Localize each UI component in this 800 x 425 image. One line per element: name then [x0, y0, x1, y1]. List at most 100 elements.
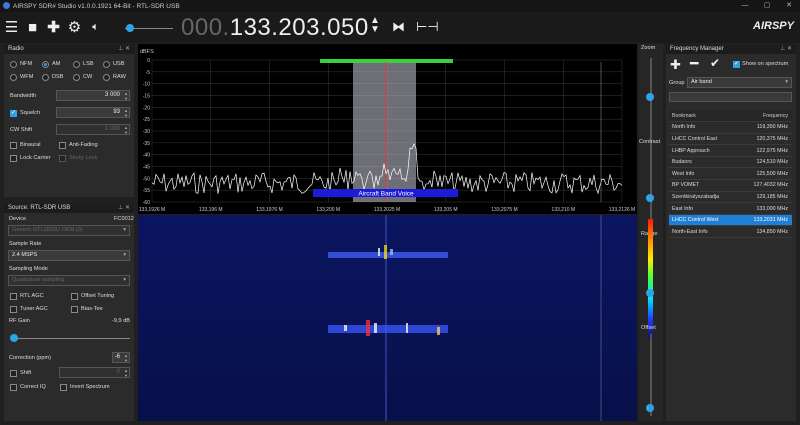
invertspectrum-checkbox[interactable] [60, 384, 67, 391]
cwshift-field[interactable]: 1 000 ▲ ▼ [56, 124, 130, 135]
table-row[interactable]: North Info 119,350 MHz [669, 121, 792, 134]
squelch-checkbox[interactable] [10, 109, 17, 117]
col-frequency[interactable]: Frequency [736, 110, 792, 123]
table-row[interactable]: Szentkiralyszabadja 129,185 MHz [669, 191, 792, 204]
rtlagc-checkbox[interactable] [10, 293, 17, 300]
table-row[interactable]: LHBP Approach 122,975 MHz [669, 144, 792, 157]
mode-dsb-radio[interactable] [42, 74, 49, 81]
mode-cw-label: CW [83, 74, 93, 80]
bookmark-frequency[interactable]: 127,4032 MHz [736, 179, 792, 192]
maximize-button[interactable]: ▢ [756, 0, 778, 12]
bookmark-name[interactable]: Szentkiralyszabadja [669, 191, 737, 204]
table-row[interactable]: West Info 125,500 MHz [669, 167, 792, 181]
bookmark-frequency[interactable]: 122,975 MHz [736, 144, 792, 157]
menu-icon[interactable]: ☰ [2, 12, 21, 43]
offset-slider-knob[interactable] [646, 404, 654, 412]
bookmark-search[interactable] [669, 92, 792, 102]
rfgain-slider-knob[interactable] [10, 334, 18, 342]
antifading-checkbox[interactable] [59, 142, 66, 149]
bookmark-frequency[interactable]: 124,510 MHz [736, 156, 792, 169]
waterfall-signal [344, 325, 347, 331]
bookmark-frequency[interactable]: 134,850 MHz [736, 225, 792, 239]
correction-field[interactable]: -6 ▲ ▼ [112, 352, 130, 363]
samplerate-select[interactable]: 2.4 MSPS [8, 250, 130, 261]
waterfall-plot [138, 215, 637, 421]
bookmark-frequency[interactable]: 133,2031 MHz [736, 214, 792, 227]
mode-nfm-radio[interactable] [10, 61, 17, 68]
table-row[interactable]: East Info 133,000 MHz [669, 202, 792, 215]
waterfall-display[interactable] [138, 215, 637, 421]
bookmark-frequency[interactable]: 119,350 MHz [736, 121, 792, 134]
skip-icon[interactable]: ⧓ [392, 19, 405, 35]
biastee-checkbox[interactable] [71, 306, 78, 313]
shift-field[interactable]: 0 ▲ ▼ [59, 367, 130, 378]
col-bookmark[interactable]: Bookmark [669, 110, 737, 123]
tune-arrows-icon[interactable]: ▲ ▼ [370, 16, 380, 35]
lockcarrier-checkbox[interactable] [10, 155, 17, 162]
bookmark-frequency[interactable]: 125,500 MHz [736, 167, 792, 181]
spectrum-xtick: 133,200 M [316, 207, 340, 213]
spectrum-plot[interactable]: dBFS 0 -5 -10 -15 -20 -25 -30 -35 -40 -45 -50 -55 -6… [138, 44, 637, 214]
device-select[interactable]: Generic RTL2832U OEM (0) [8, 225, 130, 236]
bookmark-name[interactable]: LHBP Approach [669, 144, 737, 157]
mode-cw-radio[interactable] [73, 74, 80, 81]
mode-raw-radio[interactable] [103, 74, 110, 81]
bookmark-name[interactable]: LHCC Control West [669, 214, 737, 227]
table-row[interactable]: Budaors 124,510 MHz [669, 156, 792, 169]
table-row[interactable]: North-East Info 134,850 MHz [669, 225, 792, 239]
mode-usb-radio[interactable] [103, 61, 110, 68]
contrast-label: Contrast [639, 139, 661, 145]
group-select[interactable]: Air band [687, 77, 792, 88]
contrast-slider-knob[interactable] [646, 194, 654, 202]
tuneragc-checkbox[interactable] [10, 306, 17, 313]
mode-am-radio[interactable] [42, 61, 49, 68]
close-button[interactable]: ✕ [778, 0, 800, 12]
stop-icon[interactable]: ■ [23, 12, 42, 43]
bookmark-frequency[interactable]: 120,375 MHz [736, 133, 792, 146]
bookmark-frequency[interactable]: 129,185 MHz [736, 191, 792, 204]
minimize-button[interactable]: — [734, 0, 756, 12]
rfgain-slider[interactable] [12, 338, 130, 339]
pin-icon[interactable]: ⊥ ✕ [780, 45, 792, 54]
correctiq-checkbox[interactable] [10, 384, 17, 391]
bookmark-name[interactable]: West Info [669, 167, 737, 181]
volume-slider-knob[interactable] [126, 24, 134, 32]
apply-bookmark-button[interactable]: ✔ [710, 56, 720, 70]
contrast-slider[interactable] [650, 148, 652, 230]
mode-lsb-radio[interactable] [73, 61, 80, 68]
source-panel-header: Source: RTL-SDR USB ⊥ ✕ [4, 204, 134, 213]
table-row[interactable]: LHCC Control West 133,2031 MHz [669, 214, 792, 227]
bookmark-frequency[interactable]: 133,000 MHz [736, 202, 792, 215]
add-icon[interactable]: ✚ [44, 12, 63, 43]
shift-checkbox[interactable] [10, 370, 17, 377]
pin-icon[interactable]: ⊥ ✕ [118, 204, 130, 213]
bookmark-name[interactable]: BP VOMET [669, 179, 737, 192]
bookmark-name[interactable]: North-East Info [669, 225, 737, 239]
span-icon[interactable]: ⊢⊣ [416, 19, 439, 35]
offsettuning-checkbox[interactable] [71, 293, 78, 300]
offsettuning-label: Offset Tuning [81, 293, 115, 299]
remove-bookmark-button[interactable]: ━ [690, 55, 698, 72]
bandwidth-field[interactable]: 3 000 ▲ ▼ [56, 90, 130, 101]
add-bookmark-button[interactable]: ✚ [670, 57, 681, 73]
show-on-spectrum-checkbox[interactable] [733, 60, 740, 68]
table-row[interactable]: BP VOMET 127,4032 MHz [669, 179, 792, 192]
squelch-field[interactable]: 93 ▲ ▼ [56, 107, 130, 118]
bookmark-name[interactable]: East Info [669, 202, 737, 215]
frequency-display[interactable]: 000.133.203.050 [181, 14, 369, 42]
bookmark-name[interactable]: Budaors [669, 156, 737, 169]
stickylock-checkbox[interactable] [59, 155, 66, 162]
bookmark-name[interactable]: North Info [669, 121, 737, 134]
zoom-slider-knob[interactable] [646, 93, 654, 101]
range-slider-knob[interactable] [646, 289, 654, 297]
speaker-icon[interactable]: 🔈︎ [86, 12, 105, 43]
mode-wfm-radio[interactable] [10, 74, 17, 81]
group-label: Group [669, 80, 685, 86]
gear-icon[interactable]: ⚙ [65, 12, 84, 43]
spectrum-display[interactable]: dBFS 0 -5 -10 -15 -20 -25 -30 -35 -40 -45 -50 -55 -6… [138, 44, 637, 214]
table-row[interactable]: LHCC Control East 120,375 MHz [669, 133, 792, 146]
bookmark-name[interactable]: LHCC Control East [669, 133, 737, 146]
binaural-checkbox[interactable] [10, 142, 17, 149]
pin-icon[interactable]: ⊥ ✕ [118, 45, 130, 54]
samplingmode-select[interactable]: Quadrature sampling [8, 275, 130, 286]
